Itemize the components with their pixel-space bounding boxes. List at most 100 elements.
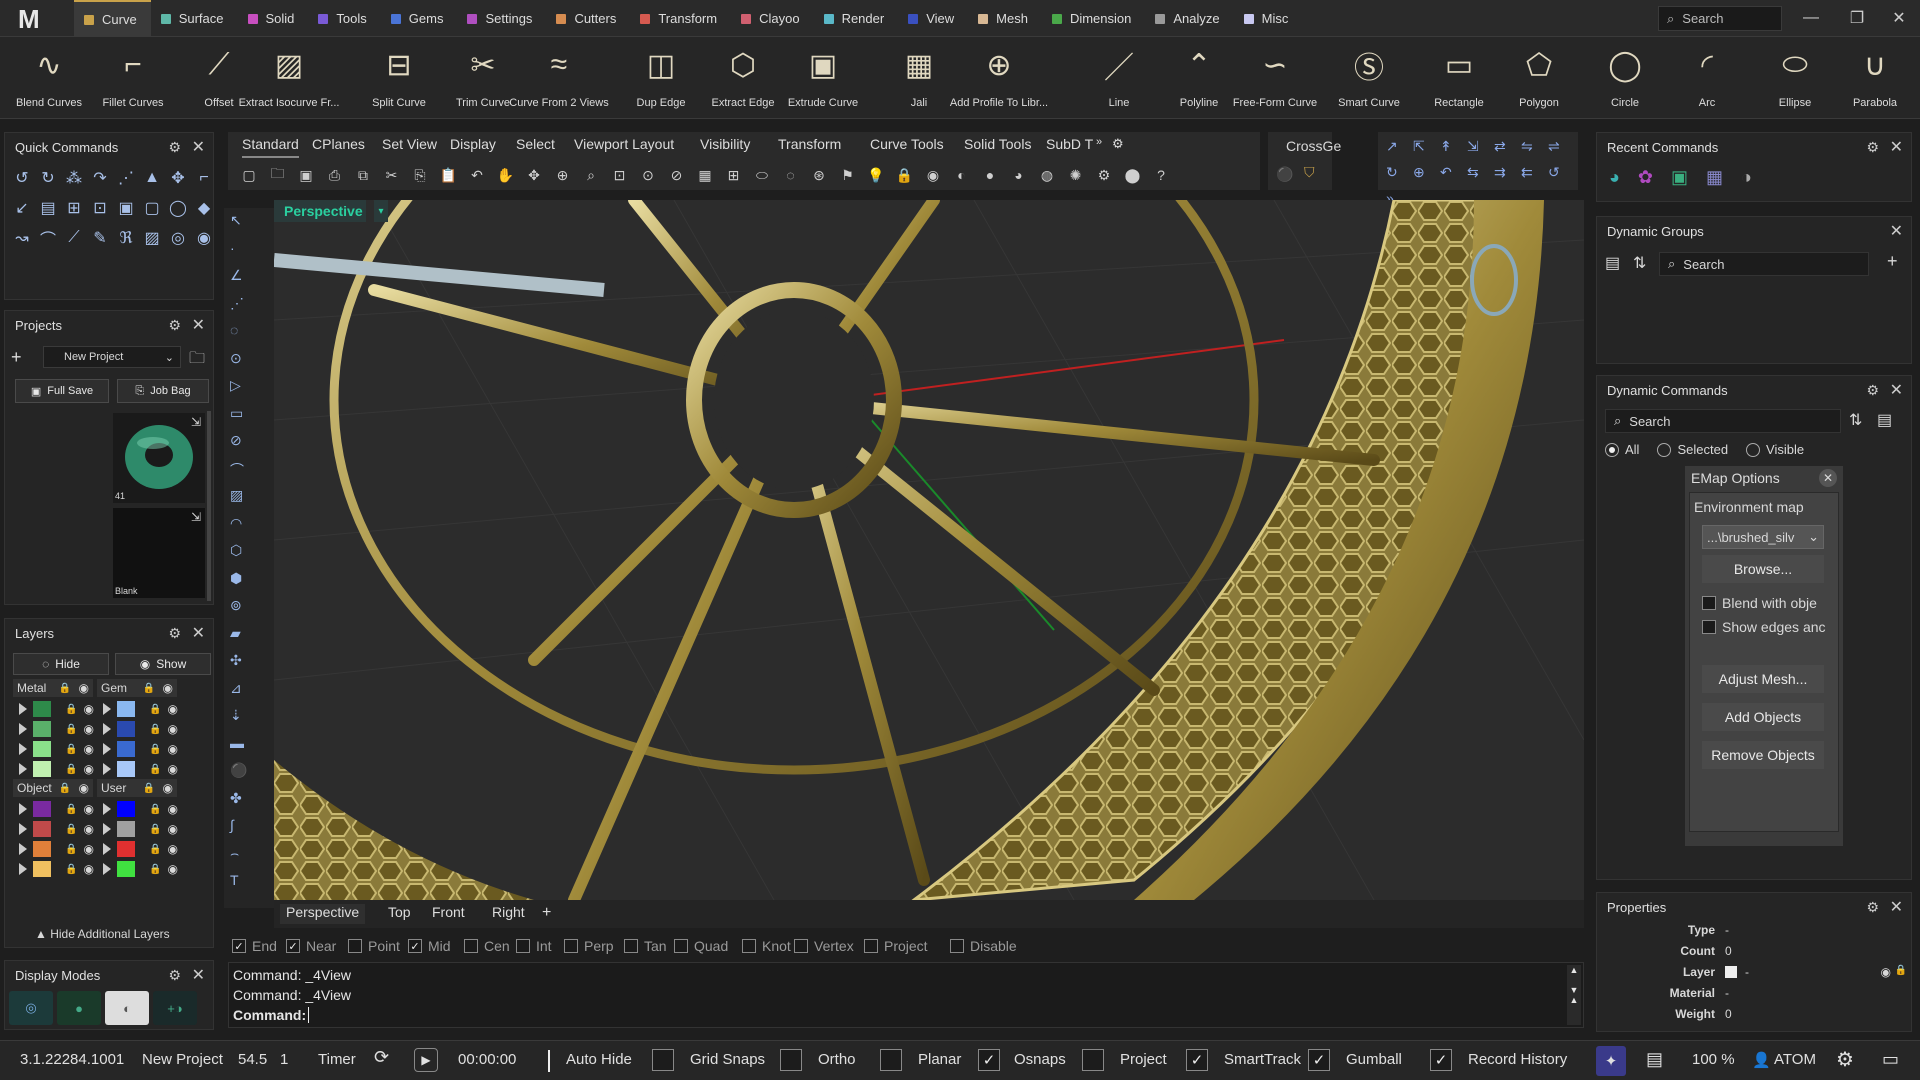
lock-icon[interactable]: 🔒 [149, 724, 161, 735]
curve-tool-icon[interactable]: ◠ [230, 515, 242, 532]
curve-tool-icon[interactable]: ▭ [230, 405, 243, 422]
expand-icon[interactable] [19, 743, 27, 755]
curve-tool-icon[interactable]: ∠ [230, 267, 243, 284]
lock-icon[interactable]: 🔒 [65, 824, 77, 835]
lock-icon[interactable]: 🔒 [149, 744, 161, 755]
gems-icon[interactable]: ✿ [1638, 167, 1653, 188]
gear-icon[interactable]: ⚙ [168, 625, 181, 642]
toolbar-icon[interactable]: ⌕ [580, 164, 602, 186]
menu-mesh[interactable]: Mesh [968, 0, 1042, 37]
lock-icon[interactable]: 🔒 [149, 704, 161, 715]
layer-color-swatch[interactable] [33, 721, 51, 737]
expand-icon[interactable] [19, 703, 27, 715]
job-bag-button[interactable]: ⎘ Job Bag [117, 379, 209, 403]
transform-icon[interactable]: ⇇ [1521, 164, 1533, 181]
layer-row[interactable]: 🔒 ◉ [19, 799, 94, 819]
tab-display[interactable]: Display [450, 136, 496, 158]
lock-icon[interactable]: 🔒 [149, 844, 161, 855]
lock-icon[interactable]: 🔒 [65, 864, 77, 875]
gear-icon[interactable]: ⚙ [1112, 136, 1124, 158]
maximize-button[interactable]: ❐ [1840, 4, 1874, 32]
curve-tool-icon[interactable]: ⬢ [230, 570, 242, 587]
quick-command-icon[interactable]: ⟋ [63, 227, 85, 249]
layer-color-swatch[interactable] [117, 841, 135, 857]
layer-row[interactable]: 🔒 ◉ [19, 759, 94, 779]
toggle-project[interactable]: Project [1120, 1051, 1167, 1068]
ribbon-parabola[interactable]: ∪ Parabola [1836, 37, 1914, 119]
tab-select[interactable]: Select [516, 136, 555, 158]
curve-tool-icon[interactable]: ⌢ [230, 845, 239, 862]
dynamic-commands-search[interactable]: ⌕ Search [1605, 409, 1841, 433]
toggle-checkbox[interactable]: ✓ [1430, 1049, 1452, 1071]
expand-icon[interactable] [103, 763, 111, 775]
toolbar-icon[interactable]: ◌ [780, 164, 802, 186]
lock-icon[interactable]: 🔒 [65, 744, 77, 755]
curve-tool-icon[interactable]: ▬ [230, 735, 244, 751]
quick-command-icon[interactable]: ↙ [11, 197, 33, 219]
menu-gems[interactable]: Gems [381, 0, 458, 37]
show-layers-button[interactable]: ◉ Show [115, 653, 211, 675]
ribbon-circle[interactable]: ◯ Circle [1586, 37, 1664, 119]
layer-row[interactable]: 🔒 ◉ [103, 699, 178, 719]
menu-misc[interactable]: Misc [1234, 0, 1303, 37]
quick-command-icon[interactable]: ◎ [167, 227, 189, 249]
sort-icon[interactable]: ⇅ [1633, 253, 1646, 273]
add-objects-button[interactable]: Add Objects [1702, 703, 1824, 731]
toggle-checkbox[interactable] [780, 1049, 802, 1071]
lock-icon[interactable]: 🔒 [149, 764, 161, 775]
lock-icon[interactable]: 🔒 [143, 783, 155, 794]
ribbon-extrude-curve[interactable]: ▣ Extrude Curve [784, 37, 862, 119]
quick-command-icon[interactable]: ▣ [115, 197, 137, 219]
ribbon-rectangle[interactable]: ▭ Rectangle [1420, 37, 1498, 119]
command-scrollbar[interactable]: ▲ ▼ ▲ [1567, 965, 1581, 1025]
command-input-row[interactable]: Command: [233, 1007, 1579, 1027]
tab-transform[interactable]: Transform [778, 136, 841, 158]
curve-tool-icon[interactable]: ✣ [230, 652, 242, 669]
eye-icon[interactable]: ◉ [83, 842, 93, 856]
toolbar-icon[interactable]: ✥ [523, 164, 545, 186]
toolbar-icon[interactable]: ▢ [238, 164, 260, 186]
osnap-int[interactable]: Int [516, 938, 552, 954]
curve-tool-icon[interactable]: ⊚ [230, 597, 242, 614]
show-edges-checkbox-row[interactable]: Show edges anc [1702, 619, 1826, 635]
layer-color-swatch[interactable] [117, 741, 135, 757]
lock-icon[interactable]: 🔒 [65, 764, 77, 775]
layer-group-header[interactable]: Metal 🔒 ◉ [13, 679, 93, 697]
layer-group-header[interactable]: Gem 🔒 ◉ [97, 679, 177, 697]
transform-icon[interactable]: ↟ [1440, 138, 1452, 155]
layer-row[interactable]: 🔒 ◉ [19, 719, 94, 739]
tab-subd-t[interactable]: SubD T [1046, 136, 1093, 158]
gear-icon[interactable]: ⚙ [1866, 382, 1879, 399]
lock-icon[interactable]: 🔒 [149, 864, 161, 875]
osnap-checkbox[interactable] [624, 939, 638, 953]
gear-icon[interactable]: ⚙ [1866, 139, 1879, 156]
curve-tool-icon[interactable]: ⋰ [230, 295, 244, 312]
toggle-checkbox[interactable]: ✓ [978, 1049, 1000, 1071]
layer-row[interactable]: 🔒 ◉ [19, 739, 94, 759]
toolbar-icon[interactable]: ⊛ [808, 164, 830, 186]
osnap-tan[interactable]: Tan [624, 938, 667, 954]
menu-render[interactable]: Render [814, 0, 899, 37]
menu-solid[interactable]: Solid [238, 0, 309, 37]
menu-dimension[interactable]: Dimension [1042, 0, 1145, 37]
quick-command-icon[interactable]: ◉ [193, 227, 215, 249]
eye-icon[interactable]: ◉ [79, 781, 89, 795]
lock-icon[interactable]: 🔒 [143, 683, 155, 694]
material-icon[interactable]: ◑ [1741, 167, 1752, 188]
layer-color-swatch[interactable] [33, 841, 51, 857]
view-tab-top[interactable]: Top [382, 904, 417, 924]
radio-button[interactable] [1746, 442, 1761, 457]
tab-set-view[interactable]: Set View [382, 136, 437, 158]
eye-icon[interactable]: ◉ [163, 681, 173, 695]
quick-command-icon[interactable]: ◯ [167, 197, 189, 219]
toolbar-icon[interactable]: ⧉ [352, 164, 374, 186]
transform-icon[interactable]: ⇆ [1467, 164, 1479, 181]
toggle-checkbox[interactable] [652, 1049, 674, 1071]
transform-icon[interactable]: ⇋ [1521, 138, 1533, 155]
toolbar-icon[interactable]: ⊡ [609, 164, 631, 186]
material-ball-icon[interactable]: ⚫ [1276, 166, 1293, 183]
project-dropdown[interactable]: New Project ⌄ [43, 346, 181, 368]
project-thumbnail-blank[interactable]: Blank ⇲ [113, 508, 205, 598]
ribbon-add-profile-to-libr[interactable]: ⊕ Add Profile To Libr... [950, 37, 1048, 119]
layer-row[interactable]: 🔒 ◉ [19, 819, 94, 839]
